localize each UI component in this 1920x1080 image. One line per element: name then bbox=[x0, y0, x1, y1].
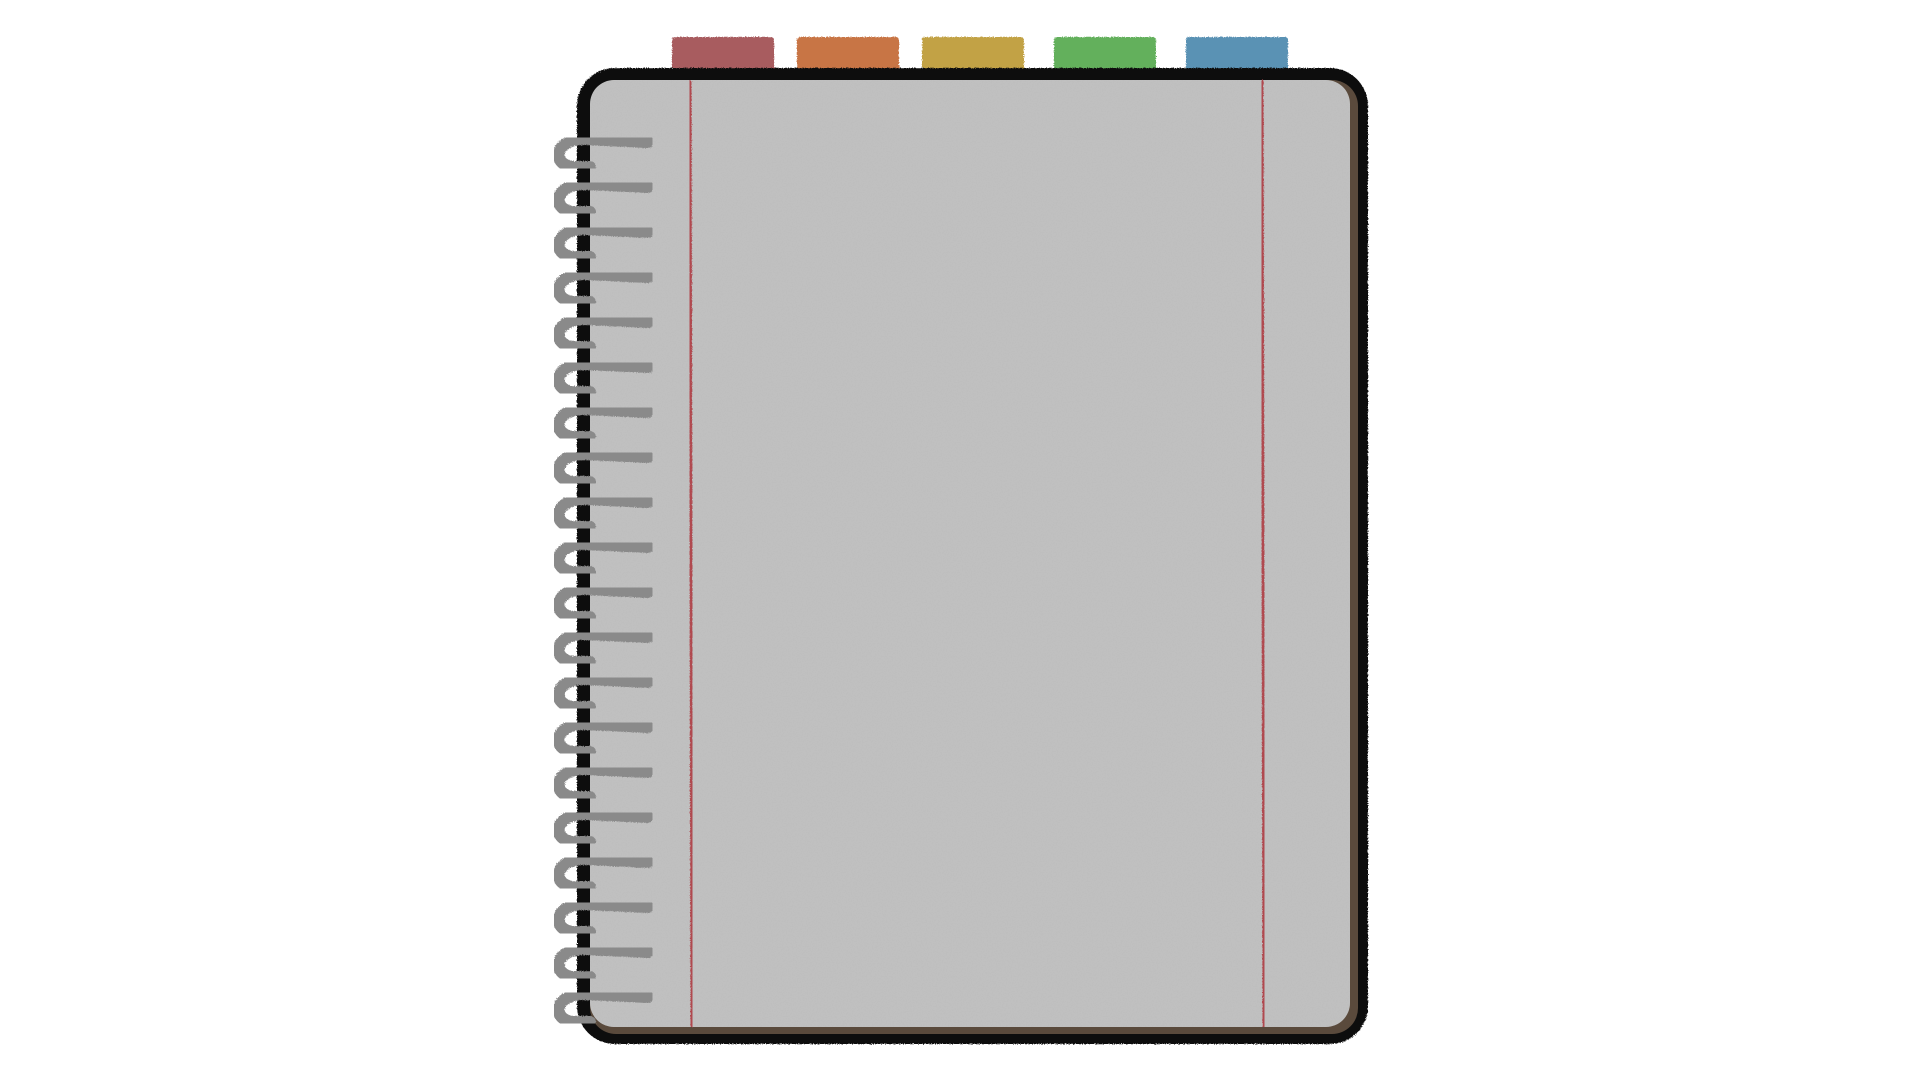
spiral-notebook-illustration bbox=[552, 37, 1368, 1044]
page-left-margin-line bbox=[688, 79, 694, 1028]
page-right-margin-line bbox=[1260, 79, 1266, 1028]
illustration-canvas bbox=[0, 0, 1920, 1080]
notebook-page bbox=[590, 80, 1350, 1027]
